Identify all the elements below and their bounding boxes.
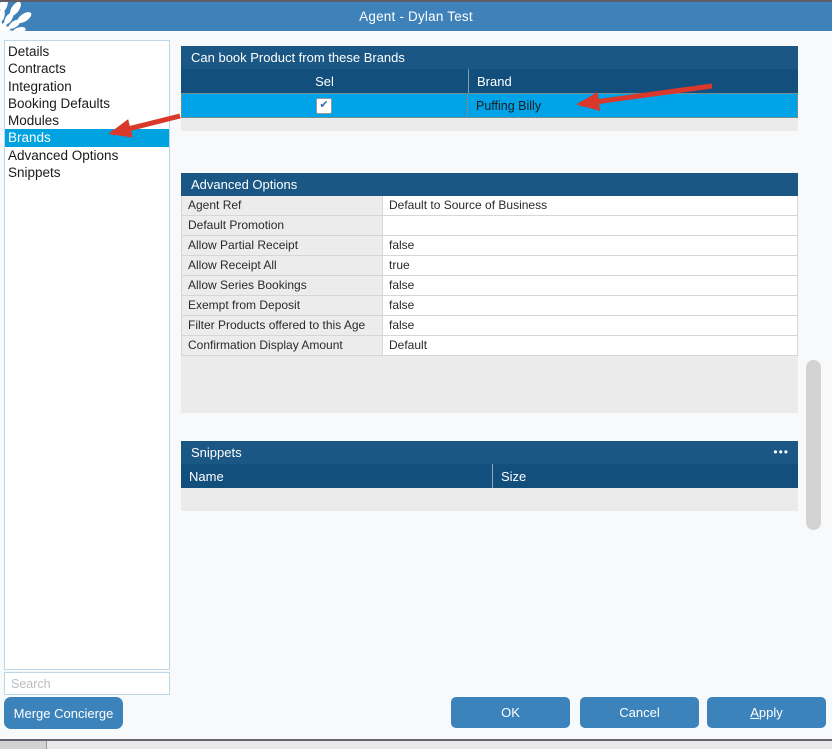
column-header-brand: Brand	[468, 69, 798, 93]
snippets-section: Snippets ••• Name Size	[181, 441, 798, 511]
advanced-option-value[interactable]: false	[383, 236, 797, 255]
advanced-option-label: Exempt from Deposit	[182, 296, 383, 315]
advanced-option-row: Allow Series Bookingsfalse	[181, 276, 798, 296]
snippets-menu-icon[interactable]: •••	[773, 441, 798, 464]
brand-sel-cell[interactable]: ✔	[181, 93, 468, 118]
advanced-option-value[interactable]: false	[383, 296, 797, 315]
advanced-option-label: Agent Ref	[182, 196, 383, 215]
sidebar-item-details[interactable]: Details	[5, 43, 169, 60]
brands-grid-empty-area	[181, 118, 798, 131]
brands-column-header: Sel Brand	[181, 69, 798, 93]
merge-concierge-button[interactable]: Merge Concierge	[4, 697, 123, 729]
advanced-options-header: Advanced Options	[181, 173, 798, 196]
brand-name-cell[interactable]: Puffing Billy	[468, 99, 798, 113]
title-bar: Agent - Dylan Test	[0, 2, 832, 31]
sidebar-item-booking-defaults[interactable]: Booking Defaults	[5, 95, 169, 112]
advanced-options-section: Advanced Options Agent RefDefault to Sou…	[181, 173, 798, 413]
apply-button[interactable]: Apply	[707, 697, 826, 728]
window-title: Agent - Dylan Test	[359, 9, 473, 24]
advanced-option-label: Filter Products offered to this Age	[182, 316, 383, 335]
advanced-option-value[interactable]: Default	[383, 336, 797, 355]
search-input[interactable]	[4, 672, 170, 695]
advanced-option-label: Allow Partial Receipt	[182, 236, 383, 255]
advanced-option-row: Filter Products offered to this Agefalse	[181, 316, 798, 336]
brand-row[interactable]: ✔ Puffing Billy	[181, 93, 798, 118]
column-header-name: Name	[181, 464, 493, 488]
agent-dialog-window: Agent - Dylan Test DetailsContractsInteg…	[0, 0, 832, 749]
advanced-options-title: Advanced Options	[191, 173, 798, 196]
bottom-strip	[0, 741, 832, 749]
sidebar-item-modules[interactable]: Modules	[5, 112, 169, 129]
sidebar-item-brands[interactable]: Brands	[5, 129, 169, 146]
brands-section: Can book Product from these Brands Sel B…	[181, 46, 798, 131]
ok-button[interactable]: OK	[451, 697, 570, 728]
sidebar-nav: DetailsContractsIntegrationBooking Defau…	[4, 40, 170, 670]
snippets-grid-empty-area	[181, 488, 798, 511]
sidebar-item-snippets[interactable]: Snippets	[5, 164, 169, 181]
snippets-header: Snippets •••	[181, 441, 798, 464]
snippets-column-header: Name Size	[181, 464, 798, 488]
advanced-option-row: Default Promotion	[181, 216, 798, 236]
advanced-option-value[interactable]: Default to Source of Business	[383, 196, 797, 215]
advanced-option-label: Allow Series Bookings	[182, 276, 383, 295]
advanced-option-row: Exempt from Depositfalse	[181, 296, 798, 316]
brands-section-title: Can book Product from these Brands	[191, 46, 798, 69]
brands-section-header: Can book Product from these Brands	[181, 46, 798, 69]
sidebar-item-advanced-options[interactable]: Advanced Options	[5, 147, 169, 164]
advanced-option-value[interactable]: false	[383, 316, 797, 335]
advanced-option-label: Confirmation Display Amount	[182, 336, 383, 355]
snippets-title: Snippets	[191, 441, 773, 464]
scrollbar-thumb[interactable]	[806, 360, 821, 530]
advanced-option-value[interactable]: false	[383, 276, 797, 295]
advanced-option-row: Agent RefDefault to Source of Business	[181, 196, 798, 216]
advanced-option-row: Allow Receipt Alltrue	[181, 256, 798, 276]
advanced-option-label: Allow Receipt All	[182, 256, 383, 275]
sidebar-item-contracts[interactable]: Contracts	[5, 60, 169, 77]
advanced-option-value[interactable]	[383, 216, 797, 235]
advanced-option-row: Allow Partial Receiptfalse	[181, 236, 798, 256]
advanced-option-row: Confirmation Display AmountDefault	[181, 336, 798, 356]
advanced-option-value[interactable]: true	[383, 256, 797, 275]
brand-checkbox[interactable]: ✔	[316, 98, 332, 114]
cancel-button[interactable]: Cancel	[580, 697, 699, 728]
column-header-sel: Sel	[181, 74, 468, 89]
advanced-options-empty-area	[181, 356, 798, 413]
app-logo-icon	[0, 2, 64, 31]
column-header-size: Size	[493, 464, 798, 488]
advanced-option-label: Default Promotion	[182, 216, 383, 235]
bottom-strip-left	[0, 741, 47, 749]
sidebar-item-integration[interactable]: Integration	[5, 78, 169, 95]
